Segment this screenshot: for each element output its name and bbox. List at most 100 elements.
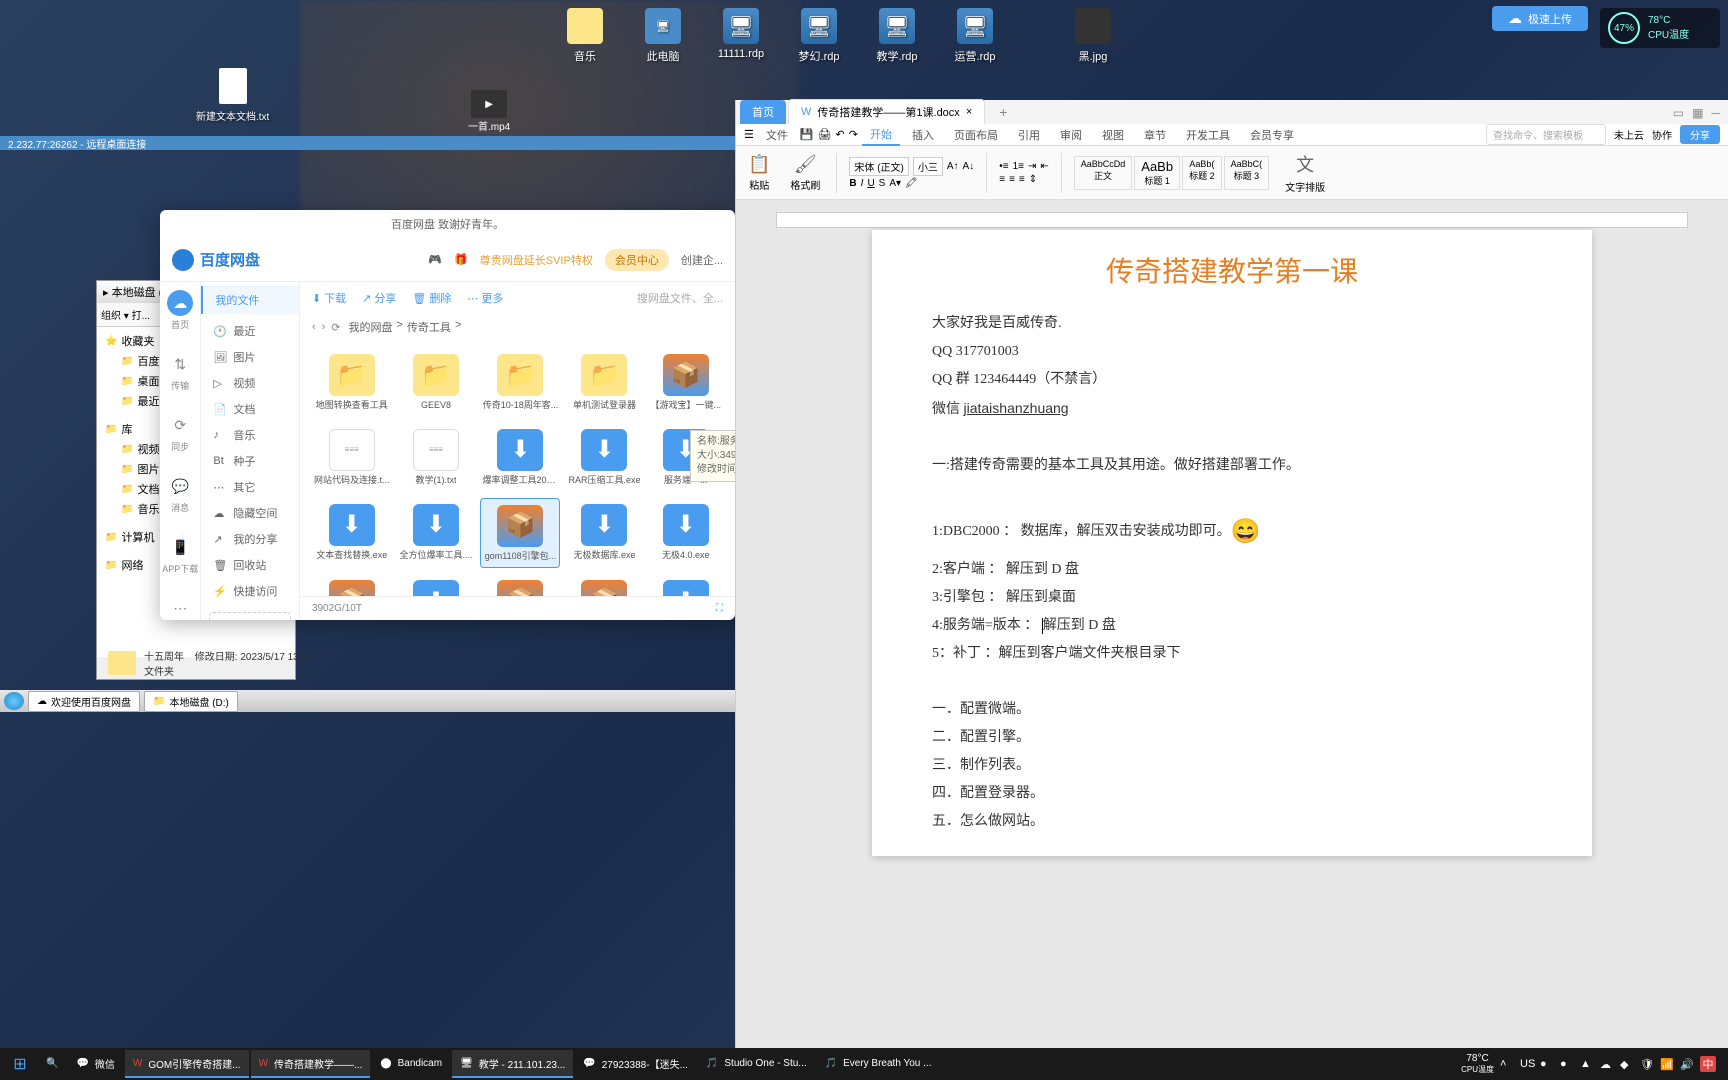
nav-sync[interactable]: ⟳同步	[167, 412, 193, 453]
sidebar-other[interactable]: 其它	[201, 474, 299, 500]
qat-redo[interactable]: ↷	[849, 128, 858, 141]
file-item[interactable]	[480, 574, 560, 596]
style-normal[interactable]: AaBbCcDd正文	[1074, 156, 1133, 190]
tray-icon[interactable]: 🛡	[1640, 1057, 1654, 1071]
underline-button[interactable]: U	[867, 178, 874, 189]
bold-button[interactable]: B	[849, 178, 856, 189]
ribbon-insert[interactable]: 插入	[904, 125, 942, 145]
sidebar-my-files[interactable]: 我的文件	[201, 286, 299, 314]
text-layout[interactable]: 文文字排版	[1281, 151, 1329, 194]
font-name-select[interactable]: 宋体 (正文)	[849, 157, 908, 176]
tb-rdp[interactable]: 🖥教学 - 211.101.23...	[452, 1050, 573, 1078]
desktop-icon-pc[interactable]: 🖥此电脑	[638, 8, 688, 64]
share-button[interactable]: ↗分享	[362, 290, 396, 306]
file-item[interactable]: 网站代码及连接.t...	[312, 423, 392, 492]
file-item[interactable]: GEEV8	[397, 348, 474, 417]
sidebar-quick[interactable]: 快捷访问	[201, 578, 299, 604]
wps-menu-icon[interactable]: ☰	[744, 128, 754, 141]
sidebar-drop-hint[interactable]: + 拖入常用文件夹	[209, 612, 291, 620]
tb-player[interactable]: 🎵Every Breath You ...	[817, 1050, 940, 1078]
sidebar-music[interactable]: 音乐	[201, 422, 299, 448]
file-item[interactable]: 无极4.0.exe	[648, 498, 723, 569]
cloud-status[interactable]: 未上云	[1614, 127, 1644, 142]
ribbon-member[interactable]: 会员专享	[1242, 125, 1302, 145]
member-center-button[interactable]: 会员中心	[605, 249, 669, 271]
breadcrumb-root[interactable]: 我的网盘	[349, 319, 393, 335]
wps-doc-tab[interactable]: W传奇搭建教学——第1课.docx×	[788, 99, 985, 124]
nav-app[interactable]: 📱APP下载	[162, 534, 198, 575]
cpu-monitor-widget[interactable]: 47% 78°CCPU温度	[1600, 8, 1720, 48]
style-h1[interactable]: AaBb标题 1	[1134, 156, 1180, 190]
font-size-select[interactable]: 小三	[913, 157, 943, 176]
format-painter[interactable]: 🖌格式刷	[786, 154, 824, 192]
start-button[interactable]: ⊞	[4, 1050, 36, 1078]
tray-icon[interactable]: ●	[1540, 1057, 1554, 1071]
window-layout-icon[interactable]: ▭	[1673, 106, 1684, 120]
sidebar-recent[interactable]: 最近	[201, 318, 299, 344]
qat-save[interactable]: 💾	[800, 128, 814, 141]
search-input[interactable]: 搜网盘文件、全...	[637, 290, 723, 306]
sidebar-docs[interactable]: 文档	[201, 396, 299, 422]
file-item[interactable]: 无极数据库.exe	[566, 498, 642, 569]
tray-lang[interactable]: US	[1520, 1057, 1534, 1071]
download-button[interactable]: ⬇下载	[312, 290, 346, 306]
gamepad-icon[interactable]: 🎮	[428, 253, 442, 266]
desktop-icon-rdp3[interactable]: 教学.rdp	[872, 8, 922, 64]
tray-icon[interactable]: ●	[1560, 1057, 1574, 1071]
file-item[interactable]: 传奇10-18周年客...	[480, 348, 560, 417]
document-page[interactable]: 传奇搭建教学第一课 大家好我是百威传奇.QQ 317701003QQ 群 123…	[872, 230, 1592, 856]
share-button[interactable]: 分享	[1680, 125, 1720, 144]
tb-studio[interactable]: 🎵Studio One - Stu...	[698, 1050, 815, 1078]
vip-privilege-link[interactable]: 尊贵网盘延长SVIP特权	[480, 252, 593, 268]
tray-icon[interactable]: ▲	[1580, 1057, 1594, 1071]
ribbon-dev[interactable]: 开发工具	[1178, 125, 1238, 145]
highlight-button[interactable]: 🖍	[905, 178, 918, 189]
upload-button[interactable]: 极速上传	[1492, 6, 1588, 31]
file-item[interactable]: RAR压缩工具.exe	[566, 423, 642, 492]
file-item[interactable]	[397, 574, 474, 596]
ribbon-references[interactable]: 引用	[1010, 125, 1048, 145]
wps-add-tab[interactable]: +	[987, 100, 1019, 124]
strikethrough-button[interactable]: S	[879, 178, 886, 189]
sidebar-hidden[interactable]: 隐藏空间	[201, 500, 299, 526]
file-item[interactable]: 单机测试登录器	[566, 348, 642, 417]
remote-tb-baidu[interactable]: ☁欢迎使用百度网盘	[28, 691, 140, 712]
qat-print[interactable]: 🖨	[818, 128, 832, 141]
indent-button[interactable]: ⇥	[1028, 161, 1036, 172]
nav-album[interactable]: ⋯一刻相册	[162, 595, 198, 620]
horizontal-ruler[interactable]	[776, 212, 1688, 228]
window-min-icon[interactable]: ─	[1711, 106, 1720, 120]
file-item[interactable]	[312, 574, 392, 596]
tb-bandicam[interactable]: ⬤Bandicam	[372, 1050, 450, 1078]
cpu-gadget[interactable]: 78°CCPU温度	[1461, 1053, 1494, 1075]
close-tab-icon[interactable]: ×	[966, 106, 972, 118]
breadcrumb-folder[interactable]: 传奇工具	[407, 319, 451, 335]
style-h3[interactable]: AaBbC(标题 3	[1224, 156, 1270, 190]
tray-ime[interactable]: 中	[1700, 1056, 1716, 1072]
ribbon-search[interactable]: 查找命令、搜索模板	[1486, 124, 1606, 145]
font-color-button[interactable]: A▾	[889, 178, 901, 189]
align-right-button[interactable]: ≡	[1019, 174, 1025, 185]
nav-home[interactable]: ☁首页	[167, 290, 193, 331]
ribbon-layout[interactable]: 页面布局	[946, 125, 1006, 145]
nav-forward[interactable]: ›	[322, 321, 326, 334]
tb-chat[interactable]: 💬27923388-【迷失...	[575, 1050, 696, 1078]
ribbon-review[interactable]: 审阅	[1052, 125, 1090, 145]
line-spacing-button[interactable]: ⇕	[1029, 174, 1037, 185]
remote-tb-explorer[interactable]: 📁本地磁盘 (D:)	[144, 691, 238, 712]
sidebar-videos[interactable]: 视频	[201, 370, 299, 396]
tray-icon[interactable]: ◆	[1620, 1057, 1634, 1071]
collab-button[interactable]: 协作	[1652, 127, 1672, 142]
tb-wechat[interactable]: 💬微信	[68, 1050, 122, 1078]
nav-refresh[interactable]: ⟳	[331, 321, 340, 334]
tb-search[interactable]: 🔍	[38, 1050, 66, 1078]
sidebar-torrent[interactable]: 种子	[201, 448, 299, 474]
ribbon-start[interactable]: 开始	[862, 124, 900, 146]
create-enterprise-button[interactable]: 创建企...	[681, 252, 723, 268]
tray-icon[interactable]: ☁	[1600, 1057, 1614, 1071]
sidebar-share[interactable]: 我的分享	[201, 526, 299, 552]
ribbon-view[interactable]: 视图	[1094, 125, 1132, 145]
align-left-button[interactable]: ≡	[999, 174, 1005, 185]
delete-button[interactable]: 🗑删除	[412, 290, 451, 306]
sidebar-trash[interactable]: 回收站	[201, 552, 299, 578]
